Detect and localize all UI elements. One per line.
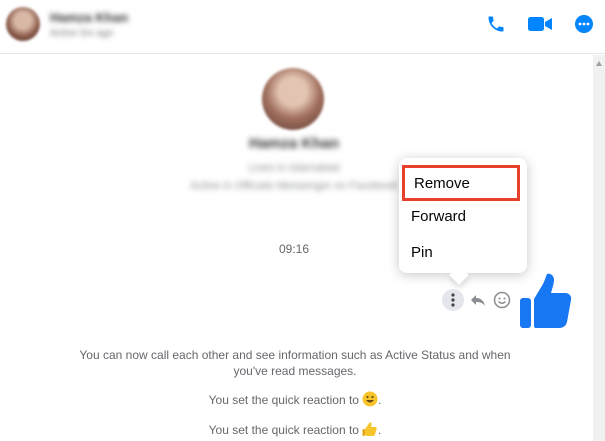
call-availability-notice: You can now call each other and see info… — [79, 348, 511, 378]
react-button[interactable] — [492, 290, 512, 310]
profile-name: Hamza Khan — [248, 135, 340, 152]
quick-reaction-text: You set the quick reaction to — [208, 423, 359, 437]
menu-item-remove[interactable]: Remove — [402, 165, 520, 201]
contact-status: Active 5m ago — [50, 28, 114, 39]
conversation-info-button[interactable] — [572, 12, 596, 36]
menu-item-pin[interactable]: Pin — [411, 244, 433, 261]
smiley-icon — [493, 291, 511, 309]
contact-avatar[interactable] — [6, 7, 40, 41]
thumbs-up-icon — [520, 273, 572, 328]
scroll-up-arrow-icon[interactable] — [596, 61, 602, 66]
menu-item-forward[interactable]: Forward — [411, 208, 466, 225]
sent-like-message[interactable] — [519, 272, 573, 330]
video-call-button[interactable] — [526, 12, 554, 36]
reply-button[interactable] — [468, 290, 488, 310]
reply-icon — [471, 295, 485, 306]
contact-name[interactable]: Hamza Khan — [50, 10, 128, 25]
scrollbar[interactable] — [593, 55, 605, 441]
quick-reaction-notice: You set the quick reaction to . — [208, 391, 382, 407]
audio-call-button[interactable] — [484, 12, 508, 36]
vertical-dots-icon — [451, 293, 455, 307]
menu-item-remove-label: Remove — [414, 175, 470, 192]
profile-avatar[interactable] — [262, 68, 324, 130]
quick-reaction-text: You set the quick reaction to — [208, 393, 359, 407]
more-dots-icon — [575, 15, 593, 33]
quick-reaction-notice: You set the quick reaction to . — [208, 421, 382, 437]
grinning-face-emoji-icon — [362, 391, 378, 407]
video-camera-icon — [528, 17, 552, 31]
thumbs-up-emoji-icon — [362, 421, 378, 437]
message-more-button[interactable] — [442, 289, 464, 311]
phone-icon — [488, 16, 504, 32]
conversation-header: Hamza Khan Active 5m ago — [0, 0, 605, 54]
message-timestamp: 09:16 — [279, 242, 310, 256]
